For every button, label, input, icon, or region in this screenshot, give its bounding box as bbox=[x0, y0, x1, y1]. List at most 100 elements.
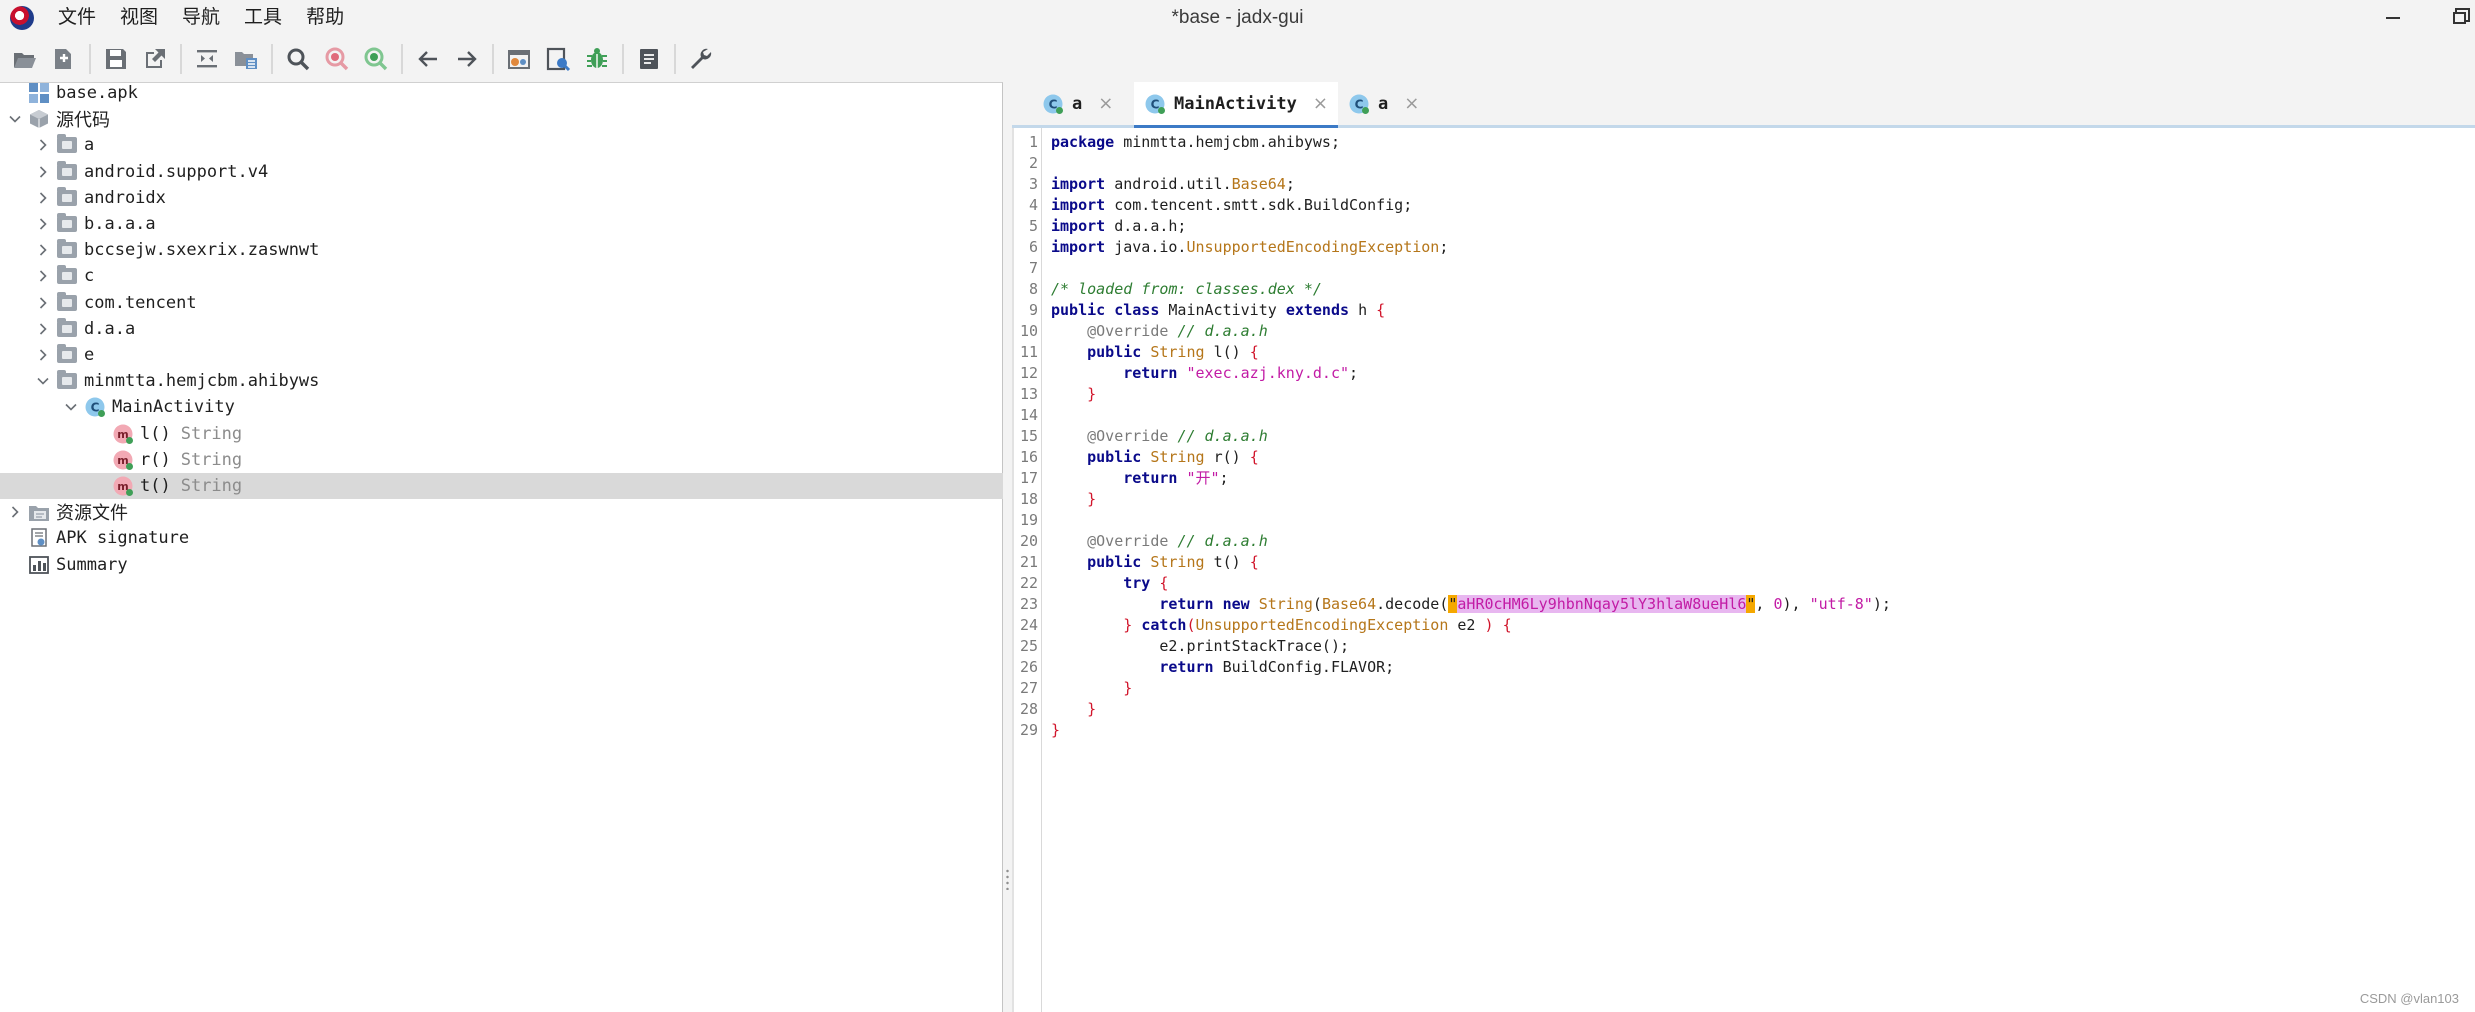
tree-item[interactable]: android.support.v4 bbox=[0, 159, 1003, 185]
minimize-button[interactable] bbox=[2370, 0, 2416, 36]
chevron-right-icon[interactable] bbox=[6, 503, 24, 521]
sync-tree-icon bbox=[197, 50, 217, 68]
tree-item[interactable]: a bbox=[0, 132, 1003, 158]
code-token: ), bbox=[1782, 595, 1810, 613]
tree-item[interactable]: 资源文件 bbox=[0, 499, 1003, 525]
chevron-down-icon[interactable] bbox=[62, 398, 80, 416]
code-token: UnsupportedEncodingException bbox=[1195, 616, 1449, 634]
restore-button[interactable] bbox=[2436, 0, 2475, 36]
code-token: com.tencent.smtt.sdk.BuildConfig; bbox=[1114, 196, 1413, 214]
usage-search-button[interactable] bbox=[359, 41, 393, 77]
tree-item-label: APK signature bbox=[56, 528, 190, 549]
code-view[interactable]: 1 2 3 4 5 6 7 8 9 10 11 12 13 14 15 16 17 18 19 20 21 22 23 24 2… bbox=[1012, 128, 2475, 1012]
flatten-packages-button[interactable] bbox=[229, 41, 263, 77]
chevron-right-icon[interactable] bbox=[34, 241, 52, 259]
sync-with-editor-button[interactable] bbox=[190, 41, 224, 77]
package-icon bbox=[56, 317, 78, 340]
tree-item[interactable]: APK signature bbox=[0, 525, 1003, 551]
close-tab-icon[interactable]: × bbox=[1098, 93, 1113, 114]
menu-help[interactable]: 帮助 bbox=[294, 0, 356, 36]
deobfuscation-button[interactable] bbox=[502, 41, 536, 77]
quark-analysis-button[interactable] bbox=[541, 41, 575, 77]
preferences-button[interactable] bbox=[684, 41, 718, 77]
tree-item[interactable]: e bbox=[0, 342, 1003, 368]
code-token: Base64 bbox=[1321, 595, 1377, 613]
back-button[interactable] bbox=[411, 41, 445, 77]
chevron-down-icon[interactable] bbox=[6, 110, 24, 128]
line-number: 9 bbox=[1028, 301, 1038, 319]
chevron-right-icon[interactable] bbox=[34, 267, 52, 285]
save-all-button[interactable] bbox=[99, 41, 133, 77]
tree-item[interactable]: b.a.a.a bbox=[0, 211, 1003, 237]
tree-item[interactable]: com.tencent bbox=[0, 290, 1003, 316]
deobfuscation-icon bbox=[508, 50, 530, 69]
project-tree[interactable]: base.apk 源代码 a android.support.v4 androidx b.… bbox=[0, 82, 1003, 1012]
tree-item[interactable]: Summary bbox=[0, 552, 1003, 578]
method-icon: m bbox=[112, 475, 134, 497]
chevron-right-icon[interactable] bbox=[34, 320, 52, 338]
code-token: return bbox=[1123, 469, 1178, 487]
settings-icon bbox=[691, 48, 712, 69]
code-token: } bbox=[1123, 616, 1133, 634]
tree-item[interactable]: d.a.a bbox=[0, 316, 1003, 342]
tree-item[interactable]: minmtta.hemjcbm.ahibyws bbox=[0, 368, 1003, 394]
tree-item[interactable]: m t() String bbox=[0, 473, 1003, 499]
tree-item[interactable]: m l() String bbox=[0, 421, 1003, 447]
debugger-button[interactable] bbox=[580, 41, 614, 77]
menu-file[interactable]: 文件 bbox=[46, 0, 108, 36]
text-search-button[interactable] bbox=[281, 41, 315, 77]
export-gradle-button[interactable] bbox=[138, 41, 172, 77]
tree-item[interactable]: base.apk bbox=[0, 80, 1003, 106]
chevron-right-icon[interactable] bbox=[34, 294, 52, 312]
forward-button[interactable] bbox=[450, 41, 484, 77]
chevron-right-icon[interactable] bbox=[34, 189, 52, 207]
chevron-right-icon[interactable] bbox=[34, 163, 52, 181]
line-number: 22 bbox=[1019, 574, 1038, 592]
tab-mainactivity-1[interactable]: C MainActivity × bbox=[1134, 82, 1338, 128]
tree-item[interactable]: bccsejw.sxexrix.zaswnwt bbox=[0, 237, 1003, 263]
panel-splitter[interactable] bbox=[1003, 82, 1012, 1012]
close-tab-icon[interactable]: × bbox=[1404, 93, 1419, 114]
log-viewer-button[interactable] bbox=[632, 41, 666, 77]
chevron-right-icon[interactable] bbox=[34, 215, 52, 233]
menu-tools[interactable]: 工具 bbox=[232, 0, 294, 36]
code-line: public String l() { bbox=[1051, 342, 1259, 363]
open-file-button[interactable] bbox=[8, 41, 42, 77]
menu-view[interactable]: 视图 bbox=[108, 0, 170, 36]
tree-item-label: d.a.a bbox=[84, 318, 136, 339]
tree-item[interactable]: C MainActivity bbox=[0, 394, 1003, 420]
menu-navigation[interactable]: 导航 bbox=[170, 0, 232, 36]
line-number: 6 bbox=[1028, 238, 1038, 256]
close-tab-icon[interactable]: × bbox=[1313, 93, 1328, 114]
tree-item[interactable]: m r() String bbox=[0, 447, 1003, 473]
class-icon: C bbox=[1042, 93, 1064, 115]
tree-item[interactable]: 源代码 bbox=[0, 106, 1003, 132]
code-line: @Override // d.a.a.h bbox=[1051, 426, 1268, 447]
chevron-down-icon[interactable] bbox=[34, 372, 52, 390]
chevron-right-icon[interactable] bbox=[34, 136, 52, 154]
class-search-button[interactable] bbox=[320, 41, 354, 77]
tree-item[interactable]: c bbox=[0, 263, 1003, 289]
tree-item[interactable]: androidx bbox=[0, 185, 1003, 211]
tab-a-0[interactable]: Ca × bbox=[1032, 82, 1123, 125]
code-token: .decode( bbox=[1376, 595, 1449, 613]
package-icon bbox=[56, 160, 78, 183]
chevron-right-icon[interactable] bbox=[34, 346, 52, 364]
open-icon bbox=[14, 53, 36, 68]
code-token: e2.printStackTrace(); bbox=[1051, 637, 1350, 655]
tab-a-2[interactable]: Ca × bbox=[1338, 82, 1429, 125]
toolbar-separator bbox=[89, 44, 91, 74]
add-files-button[interactable] bbox=[47, 41, 81, 77]
code-token: import bbox=[1051, 196, 1106, 214]
find-class-icon bbox=[325, 47, 349, 71]
flatten-packages-icon bbox=[235, 52, 257, 69]
line-number: 12 bbox=[1019, 364, 1038, 382]
code-token: { bbox=[1159, 574, 1169, 592]
